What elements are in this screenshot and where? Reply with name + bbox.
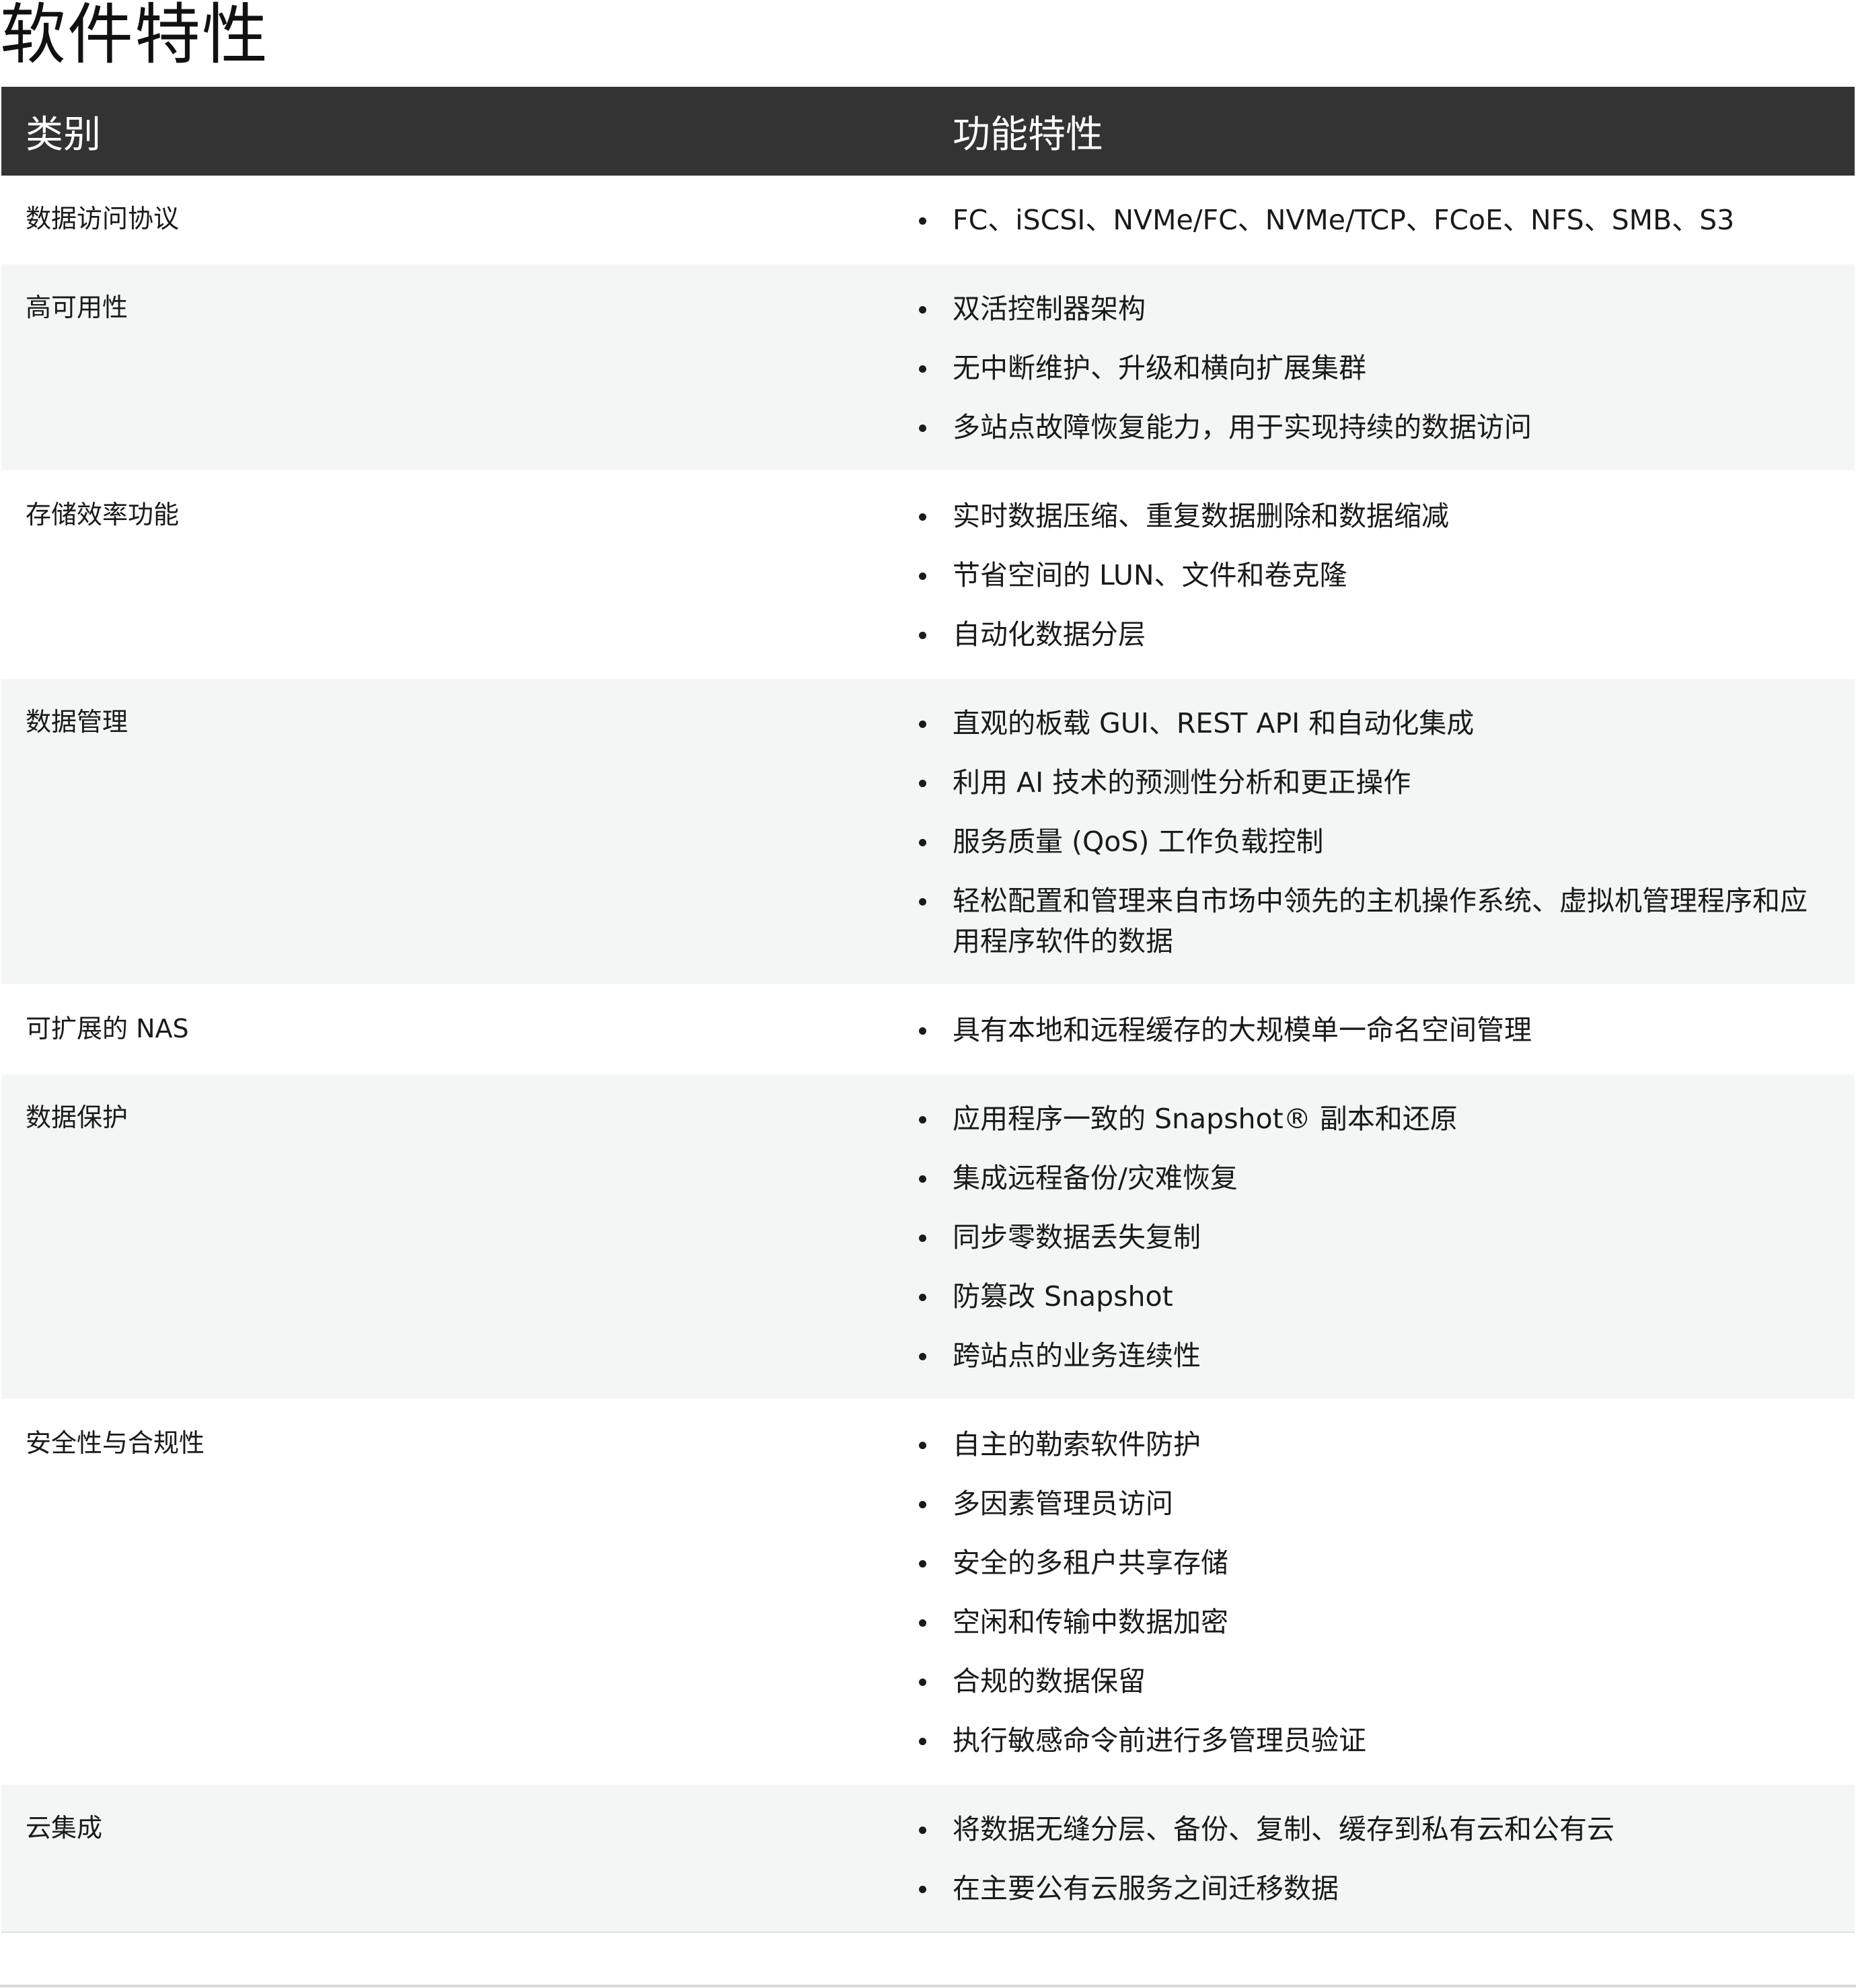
header-features: 功能特性 (928, 87, 1855, 176)
row-features: 双活控制器架构 无中断维护、升级和横向扩展集群 多站点故障恢复能力，用于实现持续的数… (919, 264, 1855, 472)
feature-item: 自主的勒索软件防护 (919, 1424, 1825, 1465)
page-title: 软件特性 (0, 0, 270, 73)
feature-item: 安全的多租户共享存储 (919, 1543, 1825, 1583)
row-category: 数据管理 (1, 678, 928, 986)
feature-list: 双活控制器架构 无中断维护、升级和横向扩展集群 多站点故障恢复能力，用于实现持续的数… (919, 289, 1825, 447)
feature-item: 跨站点的业务连续性 (919, 1335, 1825, 1376)
feature-item: 同步零数据丢失复制 (919, 1217, 1825, 1257)
feature-item: 自动化数据分层 (919, 614, 1825, 655)
table-row: 数据保护 应用程序一致的 Snapshot® 副本和还原 集成远程备份/灾难恢复 同步… (1, 1074, 1855, 1400)
feature-item: 执行敏感命令前进行多管理员验证 (919, 1720, 1825, 1761)
feature-item: 合规的数据保留 (919, 1661, 1825, 1701)
row-features: 应用程序一致的 Snapshot® 副本和还原 集成远程备份/灾难恢复 同步零数据丢… (919, 1074, 1855, 1400)
table-row: 存储效率功能 实时数据压缩、重复数据删除和数据缩减 节省空间的 LUN、文件和卷克隆… (1, 471, 1855, 679)
feature-item: 空闲和传输中数据加密 (919, 1602, 1825, 1642)
feature-list: 自主的勒索软件防护 多因素管理员访问 安全的多租户共享存储 空闲和传输中数据加密 合规的… (919, 1424, 1825, 1761)
feature-list: 将数据无缝分层、备份、复制、缓存到私有云和公有云 在主要公有云服务之间迁移数据 (919, 1809, 1825, 1909)
feature-item: FC、iSCSI、NVMe/FC、NVMe/TCP、FCoE、NFS、SMB、S… (919, 200, 1825, 240)
feature-list: 应用程序一致的 Snapshot® 副本和还原 集成远程备份/灾难恢复 同步零数据丢… (919, 1099, 1825, 1376)
table-row: 数据管理 直观的板载 GUI、REST API 和自动化集成 利用 AI 技术的预测… (1, 678, 1855, 986)
feature-item: 实时数据压缩、重复数据删除和数据缩减 (919, 496, 1825, 536)
feature-item: 利用 AI 技术的预测性分析和更正操作 (919, 762, 1825, 803)
feature-list: FC、iSCSI、NVMe/FC、NVMe/TCP、FCoE、NFS、SMB、S… (919, 200, 1825, 240)
feature-item: 直观的板载 GUI、REST API 和自动化集成 (919, 703, 1825, 743)
feature-item: 服务质量 (QoS) 工作负载控制 (919, 821, 1825, 862)
feature-item: 多因素管理员访问 (919, 1483, 1825, 1524)
row-features: FC、iSCSI、NVMe/FC、NVMe/TCP、FCoE、NFS、SMB、S… (919, 176, 1855, 264)
feature-item: 集成远程备份/灾难恢复 (919, 1158, 1825, 1198)
row-features: 将数据无缝分层、备份、复制、缓存到私有云和公有云 在主要公有云服务之间迁移数据 (919, 1784, 1855, 1933)
feature-item: 双活控制器架构 (919, 289, 1825, 329)
bottom-divider (0, 1985, 1856, 1987)
table-row: 可扩展的 NAS 具有本地和远程缓存的大规模单一命名空间管理 (1, 985, 1855, 1074)
feature-list: 直观的板载 GUI、REST API 和自动化集成 利用 AI 技术的预测性分析和… (919, 703, 1825, 961)
table-header-row: 类别 功能特性 (1, 87, 1855, 176)
row-category: 可扩展的 NAS (1, 985, 928, 1074)
feature-list: 具有本地和远程缓存的大规模单一命名空间管理 (919, 1010, 1825, 1050)
row-features: 具有本地和远程缓存的大规模单一命名空间管理 (919, 985, 1855, 1074)
feature-item: 防篡改 Snapshot (919, 1276, 1825, 1317)
table-row: 高可用性 双活控制器架构 无中断维护、升级和横向扩展集群 多站点故障恢复能力，用于实现… (1, 264, 1855, 472)
row-features: 直观的板载 GUI、REST API 和自动化集成 利用 AI 技术的预测性分析和… (919, 678, 1855, 986)
row-category: 存储效率功能 (1, 471, 928, 679)
table-row: 云集成 将数据无缝分层、备份、复制、缓存到私有云和公有云 在主要公有云服务之间迁移数… (1, 1784, 1855, 1933)
table-row: 安全性与合规性 自主的勒索软件防护 多因素管理员访问 安全的多租户共享存储 空闲和传输中… (1, 1399, 1855, 1785)
table-header: 类别 功能特性 (1, 87, 1855, 176)
row-features: 实时数据压缩、重复数据删除和数据缩减 节省空间的 LUN、文件和卷克隆 自动化数据分… (919, 471, 1855, 679)
row-category: 数据保护 (1, 1074, 928, 1400)
feature-item: 无中断维护、升级和横向扩展集群 (919, 348, 1825, 388)
feature-list: 实时数据压缩、重复数据删除和数据缩减 节省空间的 LUN、文件和卷克隆 自动化数据分… (919, 496, 1825, 655)
feature-item: 在主要公有云服务之间迁移数据 (919, 1868, 1825, 1909)
row-category: 数据访问协议 (1, 176, 928, 264)
header-category: 类别 (1, 87, 928, 176)
row-category: 高可用性 (1, 264, 928, 472)
feature-item: 多站点故障恢复能力，用于实现持续的数据访问 (919, 407, 1825, 447)
row-category: 安全性与合规性 (1, 1399, 928, 1785)
row-features: 自主的勒索软件防护 多因素管理员访问 安全的多租户共享存储 空闲和传输中数据加密 合规的… (919, 1399, 1855, 1785)
table-body: 数据访问协议 FC、iSCSI、NVMe/FC、NVMe/TCP、FCoE、NFS… (1, 176, 1855, 1933)
feature-item: 应用程序一致的 Snapshot® 副本和还原 (919, 1099, 1825, 1139)
row-category: 云集成 (1, 1784, 928, 1933)
feature-item: 轻松配置和管理来自市场中领先的主机操作系统、虚拟机管理程序和应用程序软件的数据 (919, 881, 1825, 961)
software-features-table: 类别 功能特性 数据访问协议 FC、iSCSI、NVMe/FC、NVMe/TCP、… (1, 87, 1855, 1933)
feature-item: 将数据无缝分层、备份、复制、缓存到私有云和公有云 (919, 1809, 1825, 1849)
table-row: 数据访问协议 FC、iSCSI、NVMe/FC、NVMe/TCP、FCoE、NFS… (1, 176, 1855, 264)
feature-item: 节省空间的 LUN、文件和卷克隆 (919, 555, 1825, 595)
feature-item: 具有本地和远程缓存的大规模单一命名空间管理 (919, 1010, 1825, 1050)
